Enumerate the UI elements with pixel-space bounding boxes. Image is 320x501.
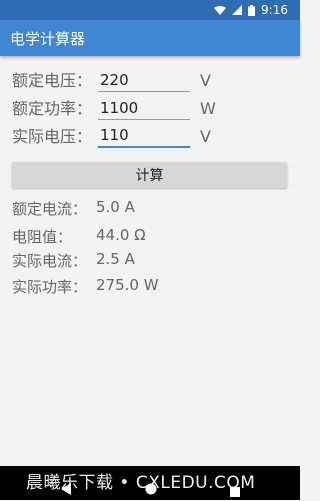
result-value: 5.0 A [96,198,135,216]
recent-apps-icon[interactable] [230,482,240,501]
result-value: 2.5 A [96,250,135,268]
rated-voltage-row: 额定电压： V [12,66,292,92]
rated-power-row: 额定功率： W [12,94,292,120]
result-label: 额定电流： [12,200,88,218]
status-time: 9:16 [261,3,288,17]
app-title: 电学计算器 [10,29,86,48]
actual-voltage-row: 实际电压： V [12,122,292,148]
result-label: 实际功率： [12,278,88,296]
rated-power-label: 额定功率： [12,99,93,118]
calculate-button[interactable]: 计算 [12,162,287,188]
actual-voltage-input[interactable] [98,124,190,148]
actual-voltage-unit: V [200,127,211,146]
rated-power-unit: W [200,99,216,118]
actual-voltage-label: 实际电压： [12,127,93,146]
wifi-icon [214,5,227,15]
rated-voltage-unit: V [200,71,211,90]
rated-voltage-input[interactable] [98,68,190,92]
result-actual-current: 实际电流： 2.5 A [12,250,135,271]
result-value: 44.0 Ω [96,226,146,244]
result-actual-power: 实际功率： 275.0 W [12,276,159,297]
back-icon[interactable] [60,480,72,499]
rated-power-input[interactable] [98,96,190,120]
result-resistance: 电阻值： 44.0 Ω [12,226,146,247]
home-icon[interactable] [145,480,157,499]
result-label: 电阻值： [12,228,73,246]
signal-icon [232,5,243,15]
app-bar: 电学计算器 [0,20,300,56]
status-bar: 9:16 [0,0,300,20]
battery-icon [248,4,256,16]
result-value: 275.0 W [96,276,159,294]
rated-voltage-label: 额定电压： [12,71,93,90]
result-rated-current: 额定电流： 5.0 A [12,198,135,219]
result-label: 实际电流： [12,252,88,270]
